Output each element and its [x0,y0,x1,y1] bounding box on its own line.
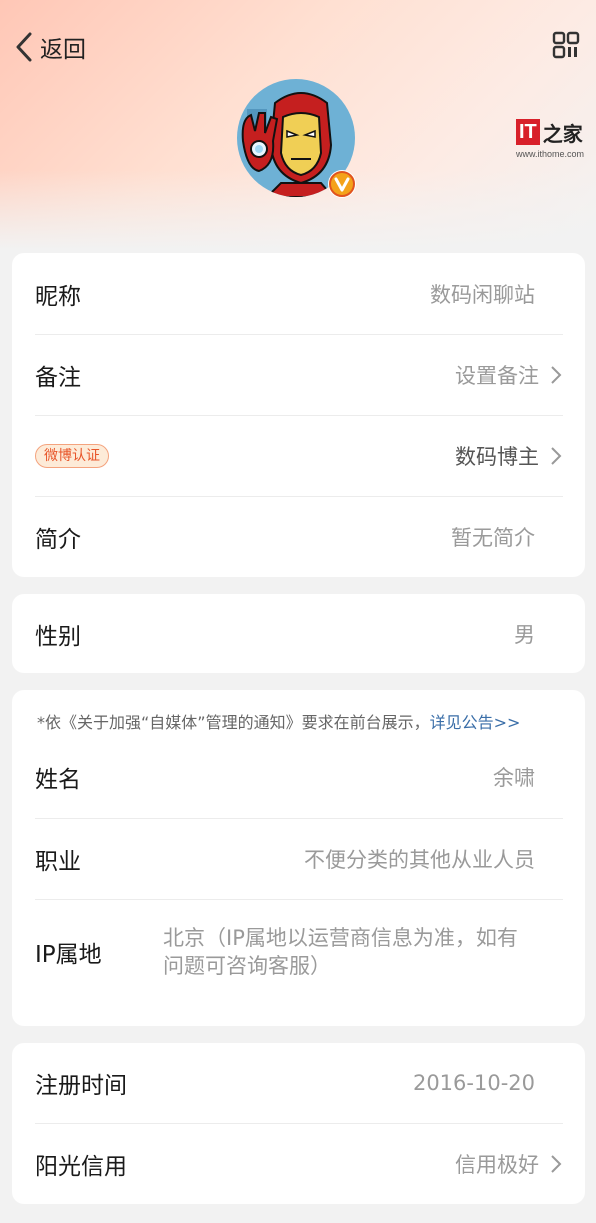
ithome-logo-it: IT [516,119,540,145]
register-label: 注册时间 [35,1073,127,1099]
register-row: 注册时间 2016-10-20 [35,1043,563,1123]
intro-value: 暂无简介 [451,526,535,550]
verification-value: 数码博主 [455,445,539,469]
intro-label: 简介 [35,527,81,553]
chevron-right-icon [551,1155,562,1173]
notice-text: *依《关于加强“自媒体”管理的通知》要求在前台展示，详见公告>> [37,690,563,736]
name-label: 姓名 [35,767,81,793]
notice-link[interactable]: 详见公告>> [430,713,521,732]
verification-value-wrap: 数码博主 [455,441,563,471]
name-row: 姓名 余啸 [35,736,563,818]
ithome-watermark: IT 之家 www.ithome.com [516,117,588,163]
nickname-value: 数码闲聊站 [430,282,535,307]
gender-value: 男 [514,622,535,647]
chevron-left-icon [16,32,32,62]
credit-value: 信用极好 [455,1153,539,1177]
basic-info-card: 昵称 数码闲聊站 备注 设置备注 微博认证 数码博主 简介 暂无简介 [12,253,585,577]
job-row: 职业 不便分类的其他从业人员 [35,818,563,899]
gender-card: 性别 男 [12,594,585,673]
remark-label: 备注 [35,365,81,391]
job-label: 职业 [35,849,81,875]
remark-value-wrap: 设置备注 [455,360,563,390]
back-label: 返回 [40,37,86,63]
ithome-logo-zh: 之家 [542,121,583,146]
job-value: 不便分类的其他从业人员 [304,848,535,872]
register-value: 2016-10-20 [412,1071,535,1095]
notice-body: *依《关于加强“自媒体”管理的通知》要求在前台展示， [37,713,430,732]
credit-value-wrap: 信用极好 [455,1149,563,1179]
qr-code-icon[interactable] [552,31,580,59]
ithome-url: www.ithome.com [516,149,585,159]
ip-label: IP属地 [35,942,102,968]
avatar[interactable] [237,79,359,201]
nickname-label: 昵称 [35,283,81,310]
remark-row[interactable]: 备注 设置备注 [35,334,563,415]
gender-row: 性别 男 [35,594,563,673]
name-value: 余啸 [493,766,535,790]
ip-row: IP属地 北京（IP属地以运营商信息为准，如有问题可咨询客服） [35,899,563,1004]
intro-row: 简介 暂无简介 [35,496,563,577]
verification-row[interactable]: 微博认证 数码博主 [35,415,563,496]
ip-value: 北京（IP属地以运营商信息为准，如有问题可咨询客服） [163,926,518,978]
weibo-verified-badge: 微博认证 [35,444,109,468]
remark-value: 设置备注 [455,364,539,388]
nickname-row: 昵称 数码闲聊站 [35,253,563,334]
chevron-right-icon [551,366,562,384]
credit-row[interactable]: 阳光信用 信用极好 [35,1123,563,1204]
credit-label: 阳光信用 [35,1154,127,1180]
realname-card: *依《关于加强“自媒体”管理的通知》要求在前台展示，详见公告>> 姓名 余啸 职… [12,690,585,1026]
back-button[interactable]: 返回 [12,28,86,66]
account-card: 注册时间 2016-10-20 阳光信用 信用极好 [12,1043,585,1204]
verified-badge-icon [328,170,356,198]
chevron-right-icon [551,447,562,465]
gender-label: 性别 [35,623,81,650]
